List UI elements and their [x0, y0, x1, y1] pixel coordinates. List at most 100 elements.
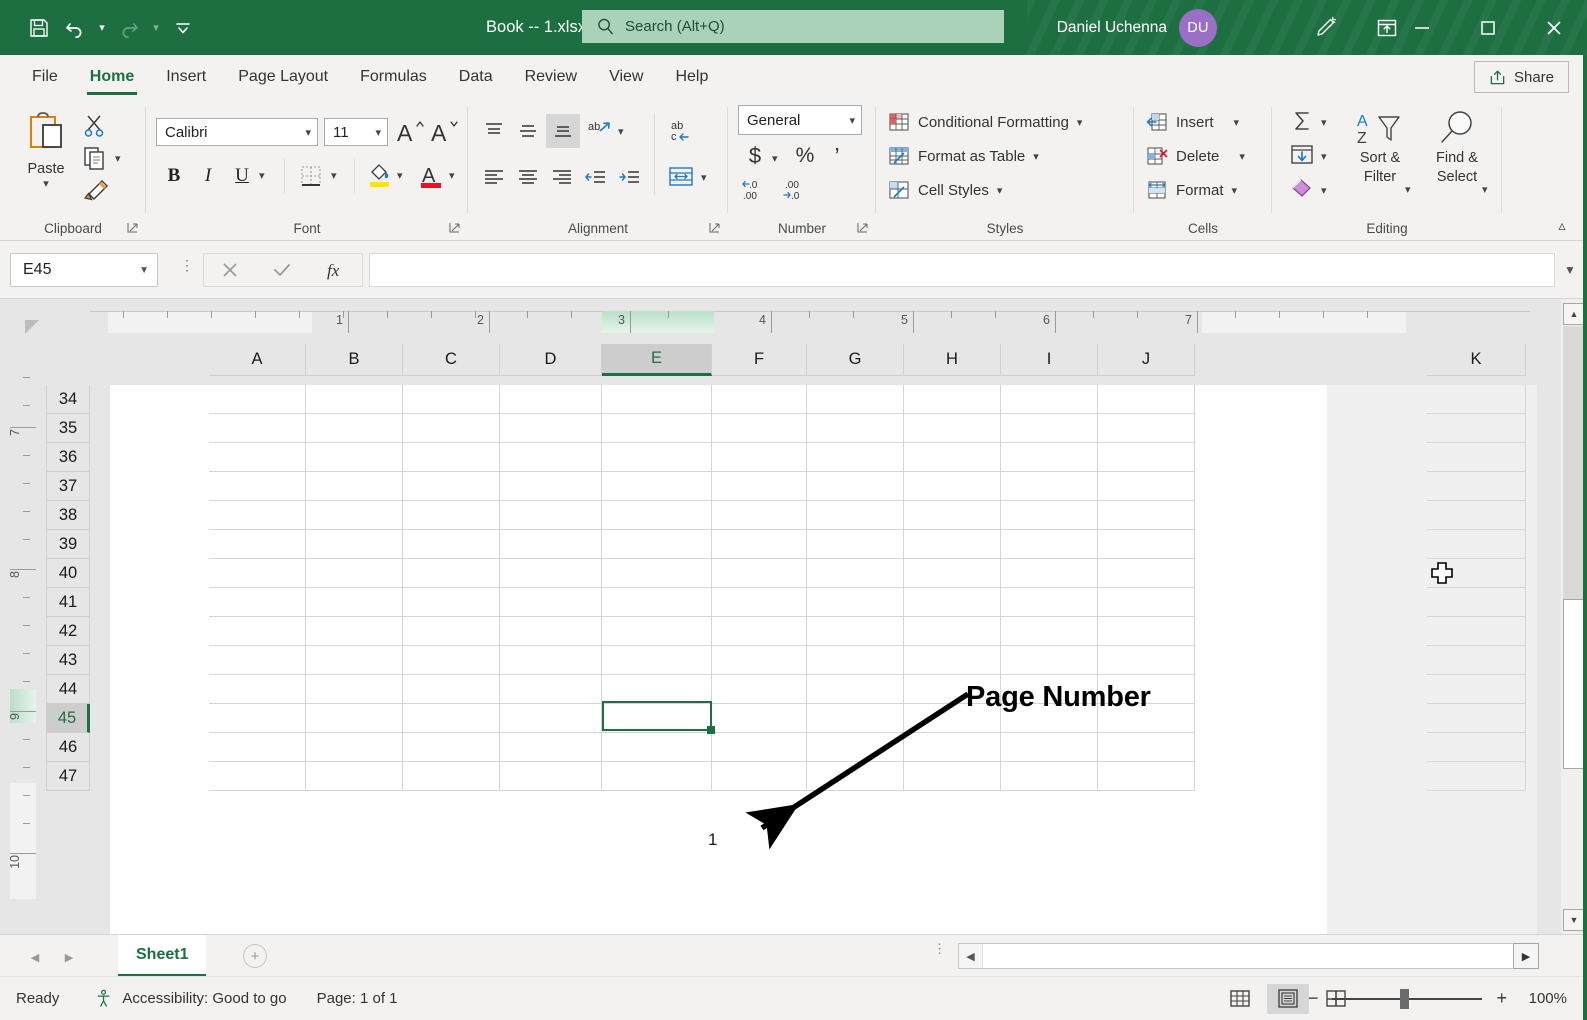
grid-cell[interactable]	[1098, 414, 1195, 443]
grid-cell[interactable]	[602, 675, 712, 704]
delete-cells-button[interactable]: Delete ▾	[1146, 141, 1245, 171]
grid-cell[interactable]	[1001, 385, 1098, 414]
grid-cell[interactable]	[209, 472, 306, 501]
grid-cell[interactable]	[602, 472, 712, 501]
redo-icon[interactable]	[112, 11, 146, 45]
autosum-button[interactable]	[1286, 107, 1318, 135]
tab-page-layout[interactable]: Page Layout	[222, 55, 344, 99]
undo-dropdown-chevron-down-icon[interactable]: ▾	[94, 11, 110, 45]
column-header-d[interactable]: D	[500, 344, 602, 376]
zoom-out-button[interactable]: −	[1308, 988, 1319, 1009]
close-button[interactable]	[1521, 0, 1587, 55]
grid-cell[interactable]	[1427, 704, 1526, 733]
underline-chevron-down-icon[interactable]: ▾	[259, 169, 265, 182]
grid-cell[interactable]	[209, 530, 306, 559]
scroll-right-icon[interactable]: ▶	[1513, 943, 1539, 969]
formula-input[interactable]	[369, 253, 1555, 287]
tab-home[interactable]: Home	[74, 55, 150, 99]
orientation-button[interactable]: ab	[584, 115, 616, 147]
row-header-43[interactable]: 43	[46, 646, 90, 675]
grid-cell[interactable]	[209, 414, 306, 443]
next-sheet-icon[interactable]: ▶	[56, 945, 82, 969]
row-header-34[interactable]: 34	[46, 385, 90, 414]
grid-cell[interactable]	[602, 762, 712, 791]
grid-cell[interactable]	[403, 588, 500, 617]
cut-button[interactable]	[82, 113, 110, 141]
v-scroll-track-upper[interactable]	[1563, 326, 1585, 599]
grid-cell[interactable]	[1001, 646, 1098, 675]
grid-cell[interactable]	[1427, 443, 1526, 472]
grid-cell[interactable]	[209, 588, 306, 617]
v-scroll-thumb[interactable]	[1563, 599, 1585, 769]
column-header-b[interactable]: B	[306, 344, 403, 376]
ink-pen-icon[interactable]	[1297, 0, 1353, 55]
selected-cell-e45[interactable]	[602, 701, 712, 731]
cell-styles-chevron-down-icon[interactable]: ▾	[997, 184, 1003, 197]
column-header-e[interactable]: E	[602, 344, 712, 376]
grid-cell[interactable]	[403, 762, 500, 791]
grid-cell[interactable]	[1427, 530, 1526, 559]
horizontal-scrollbar[interactable]: ◀	[958, 943, 1528, 969]
borders-button[interactable]	[296, 161, 326, 191]
grid-cell[interactable]	[1098, 646, 1195, 675]
align-center-button[interactable]	[512, 161, 544, 193]
conditional-formatting-chevron-down-icon[interactable]: ▾	[1077, 116, 1083, 129]
grid-cell[interactable]	[807, 385, 904, 414]
fill-color-chevron-down-icon[interactable]: ▾	[397, 169, 403, 182]
grid-cell[interactable]	[807, 559, 904, 588]
find-select-chevron-down-icon[interactable]: ▾	[1482, 183, 1488, 196]
grid-cell[interactable]	[500, 762, 602, 791]
font-size-chevron-down-icon[interactable]: ▾	[375, 126, 381, 139]
minimize-button[interactable]	[1389, 0, 1455, 55]
grid-cell[interactable]	[1427, 472, 1526, 501]
undo-icon[interactable]	[58, 11, 92, 45]
normal-view-button[interactable]	[1219, 984, 1261, 1014]
grid-cell[interactable]	[602, 588, 712, 617]
grid-cell[interactable]	[904, 414, 1001, 443]
grid-cell[interactable]	[209, 559, 306, 588]
fill-handle[interactable]	[707, 726, 715, 734]
grid-cell[interactable]	[1098, 530, 1195, 559]
grid-cell[interactable]	[712, 385, 807, 414]
grid-cell[interactable]	[500, 733, 602, 762]
grid-cell[interactable]	[712, 559, 807, 588]
font-dialog-launcher[interactable]	[448, 221, 462, 235]
grid-cell[interactable]	[602, 385, 712, 414]
clear-button[interactable]	[1286, 175, 1318, 203]
tab-insert[interactable]: Insert	[150, 55, 222, 99]
grid-cell[interactable]	[403, 414, 500, 443]
conditional-formatting-button[interactable]: Conditional Formatting ▾	[888, 107, 1082, 137]
previous-sheet-icon[interactable]: ◀	[22, 945, 48, 969]
merge-and-center-button[interactable]	[664, 161, 698, 193]
grid-cell[interactable]	[306, 385, 403, 414]
grid-cell[interactable]	[602, 646, 712, 675]
grid-cell[interactable]	[602, 559, 712, 588]
column-header-i[interactable]: I	[1001, 344, 1098, 376]
customize-quick-access-toolbar-icon[interactable]	[166, 11, 200, 45]
accounting-chevron-down-icon[interactable]: ▾	[772, 152, 778, 165]
zoom-in-button[interactable]: +	[1496, 988, 1507, 1009]
grid-cell[interactable]	[904, 385, 1001, 414]
grid-cell[interactable]	[1098, 443, 1195, 472]
grid-cell[interactable]	[602, 501, 712, 530]
format-cells-button[interactable]: Format ▾	[1146, 175, 1237, 205]
account-chip[interactable]: Daniel Uchenna DU	[1057, 0, 1217, 55]
decrease-indent-button[interactable]	[580, 161, 612, 193]
grid-cell[interactable]	[807, 414, 904, 443]
grid-cell[interactable]	[712, 501, 807, 530]
number-format-combo[interactable]: General ▾	[738, 105, 862, 135]
underline-button[interactable]: U	[228, 161, 256, 191]
tab-file[interactable]: File	[16, 55, 74, 99]
grid-cell[interactable]	[500, 704, 602, 733]
tab-review[interactable]: Review	[509, 55, 593, 99]
bold-button[interactable]: B	[160, 161, 188, 191]
grid-cell[interactable]	[306, 472, 403, 501]
grid-cell[interactable]	[403, 443, 500, 472]
grid-cell[interactable]	[306, 646, 403, 675]
grid-cell[interactable]	[1001, 762, 1098, 791]
grid-cell[interactable]	[306, 704, 403, 733]
grid-cell[interactable]	[1098, 385, 1195, 414]
row-header-37[interactable]: 37	[46, 472, 90, 501]
grid-cell[interactable]	[209, 646, 306, 675]
select-all-button[interactable]	[22, 317, 44, 339]
